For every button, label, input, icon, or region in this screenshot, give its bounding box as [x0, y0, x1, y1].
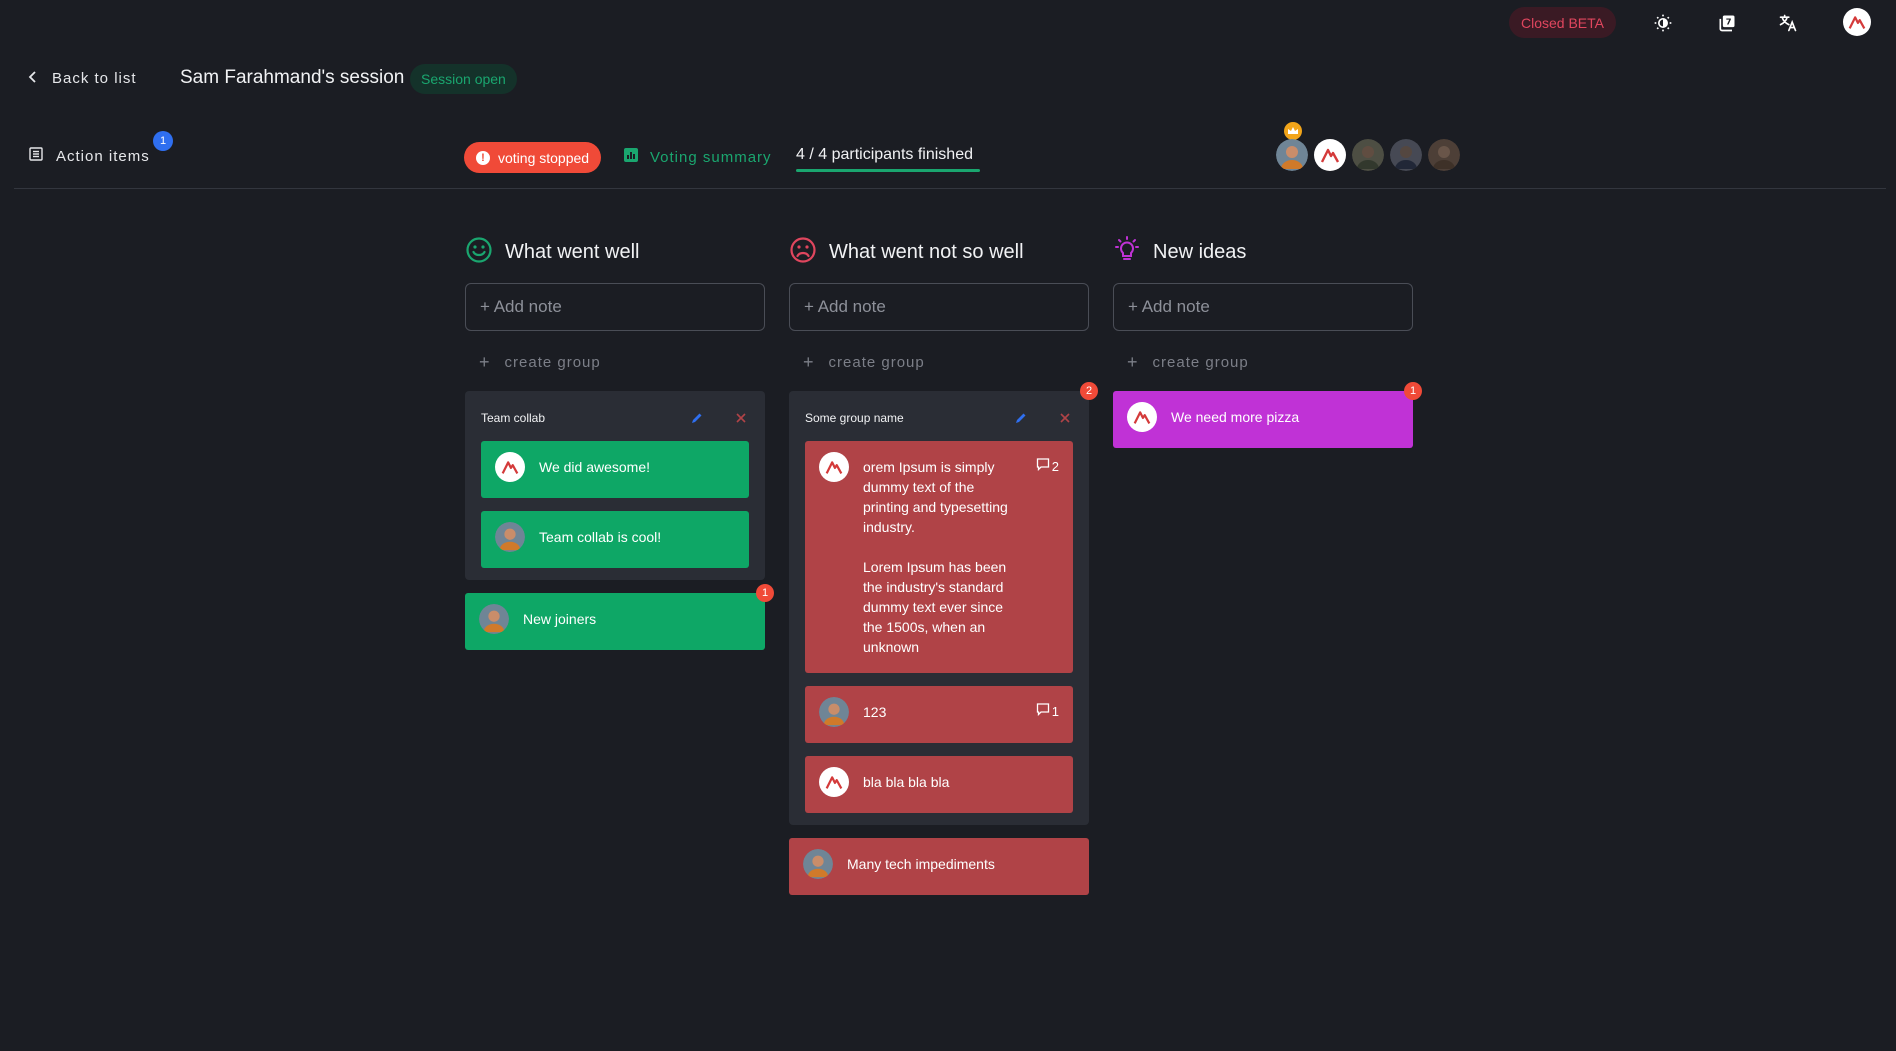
column-new-ideas: New ideas + create group We need more pi…	[1113, 235, 1422, 448]
svg-text:7: 7	[1726, 17, 1732, 27]
group-name[interactable]: Some group name	[805, 411, 985, 425]
participant-avatar[interactable]	[1428, 139, 1460, 171]
chevron-left-icon	[28, 70, 38, 87]
avatar	[819, 452, 849, 482]
create-group-label: create group	[504, 353, 601, 371]
release-notes-icon[interactable]: 7	[1713, 9, 1741, 37]
avatar	[1127, 402, 1157, 432]
note-card[interactable]: bla bla bla bla	[805, 756, 1073, 813]
voting-summary-label: Voting summary	[650, 148, 772, 166]
note-group: 2 Some group name orem Ipsum is simply d…	[789, 382, 1098, 825]
note-text: We need more pizza	[1171, 409, 1300, 425]
list-icon	[28, 146, 44, 166]
note-text: Many tech impediments	[847, 856, 995, 872]
participant-avatar[interactable]	[1352, 139, 1384, 171]
page-title: Sam Farahmand's session	[180, 67, 405, 88]
crown-icon	[1284, 122, 1302, 140]
note-text: 123	[863, 704, 887, 720]
bar-chart-icon	[624, 148, 638, 166]
note-card[interactable]: We did awesome!	[481, 441, 749, 498]
participants-progress-underline	[796, 169, 980, 172]
frown-icon	[789, 236, 817, 269]
create-group-button[interactable]: + create group	[803, 351, 1089, 372]
avatar	[495, 522, 525, 552]
add-note-input[interactable]	[1113, 283, 1413, 331]
close-icon[interactable]	[733, 410, 749, 426]
pencil-icon[interactable]	[1013, 410, 1029, 426]
translate-icon[interactable]	[1774, 9, 1802, 37]
note-card[interactable]: orem Ipsum is simply dummy text of the p…	[805, 441, 1073, 673]
note-card[interactable]: Team collab is cool!	[481, 511, 749, 568]
action-items-label: Action items	[56, 147, 150, 165]
column-title: What went well	[505, 240, 640, 263]
comment-icon	[1036, 702, 1050, 722]
note-card[interactable]: Many tech impediments	[789, 838, 1089, 895]
vote-count-badge: 1	[756, 584, 774, 602]
group-name[interactable]: Team collab	[481, 411, 661, 425]
note-text: bla bla bla bla	[863, 774, 950, 790]
column-what-went-well: What went well + create group Team colla…	[465, 236, 774, 650]
note-text: We did awesome!	[539, 459, 651, 475]
note-text: Team collab is cool!	[539, 529, 662, 545]
note-group: Team collab We did awesome! Team collab …	[465, 391, 765, 580]
participants-progress[interactable]: 4 / 4 participants finished	[796, 146, 973, 164]
voting-summary-button[interactable]: Voting summary	[624, 148, 772, 166]
note-card[interactable]: 123 1	[805, 686, 1073, 743]
closed-beta-badge: Closed BETA	[1509, 7, 1616, 38]
header-divider	[14, 188, 1886, 189]
plus-icon: +	[1127, 351, 1139, 372]
avatar	[495, 452, 525, 482]
create-group-label: create group	[828, 353, 925, 371]
theme-toggle-icon[interactable]	[1649, 9, 1677, 37]
user-avatar[interactable]	[1843, 8, 1871, 36]
action-items-count-badge: 1	[153, 131, 173, 151]
lightbulb-icon	[1113, 235, 1141, 269]
comments-button[interactable]: 1	[1036, 702, 1059, 722]
pencil-icon[interactable]	[689, 410, 705, 426]
comment-icon	[1036, 457, 1050, 477]
plus-icon: +	[803, 351, 815, 372]
create-group-label: create group	[1152, 353, 1249, 371]
note-card[interactable]: New joiners 1	[465, 584, 774, 650]
note-text: orem Ipsum is simply dummy text of the p…	[863, 459, 1008, 655]
avatar	[819, 697, 849, 727]
close-icon[interactable]	[1057, 410, 1073, 426]
participant-avatar[interactable]	[1314, 139, 1346, 171]
vote-count-badge: 1	[1404, 382, 1422, 400]
session-status-badge: Session open	[410, 64, 517, 94]
plus-icon: +	[479, 351, 491, 372]
participant-avatar[interactable]	[1390, 139, 1422, 171]
participant-avatar[interactable]	[1276, 139, 1308, 171]
avatar	[803, 849, 833, 879]
comment-count: 1	[1051, 704, 1059, 719]
note-text: New joiners	[523, 611, 597, 627]
add-note-input[interactable]	[465, 283, 765, 331]
note-card[interactable]: We need more pizza 1	[1113, 382, 1422, 448]
smile-icon	[465, 236, 493, 269]
create-group-button[interactable]: + create group	[479, 351, 765, 372]
comment-count: 2	[1051, 459, 1059, 474]
voting-status-label: voting stopped	[498, 149, 590, 166]
alert-icon: !	[476, 150, 490, 165]
back-to-list-link[interactable]: Back to list	[28, 70, 137, 87]
voting-status-button[interactable]: ! voting stopped	[464, 142, 602, 173]
column-title: New ideas	[1153, 240, 1247, 263]
action-items-button[interactable]: Action items	[28, 146, 150, 166]
vote-count-badge: 2	[1080, 382, 1098, 400]
column-what-went-not-so-well: What went not so well + create group 2 S…	[789, 236, 1098, 895]
avatar	[819, 767, 849, 797]
create-group-button[interactable]: + create group	[1127, 351, 1413, 372]
add-note-input[interactable]	[789, 283, 1089, 331]
back-to-list-label: Back to list	[52, 70, 137, 87]
column-title: What went not so well	[829, 240, 1024, 263]
comments-button[interactable]: 2	[1036, 457, 1059, 477]
avatar	[479, 604, 509, 634]
participant-avatars	[1276, 139, 1460, 171]
